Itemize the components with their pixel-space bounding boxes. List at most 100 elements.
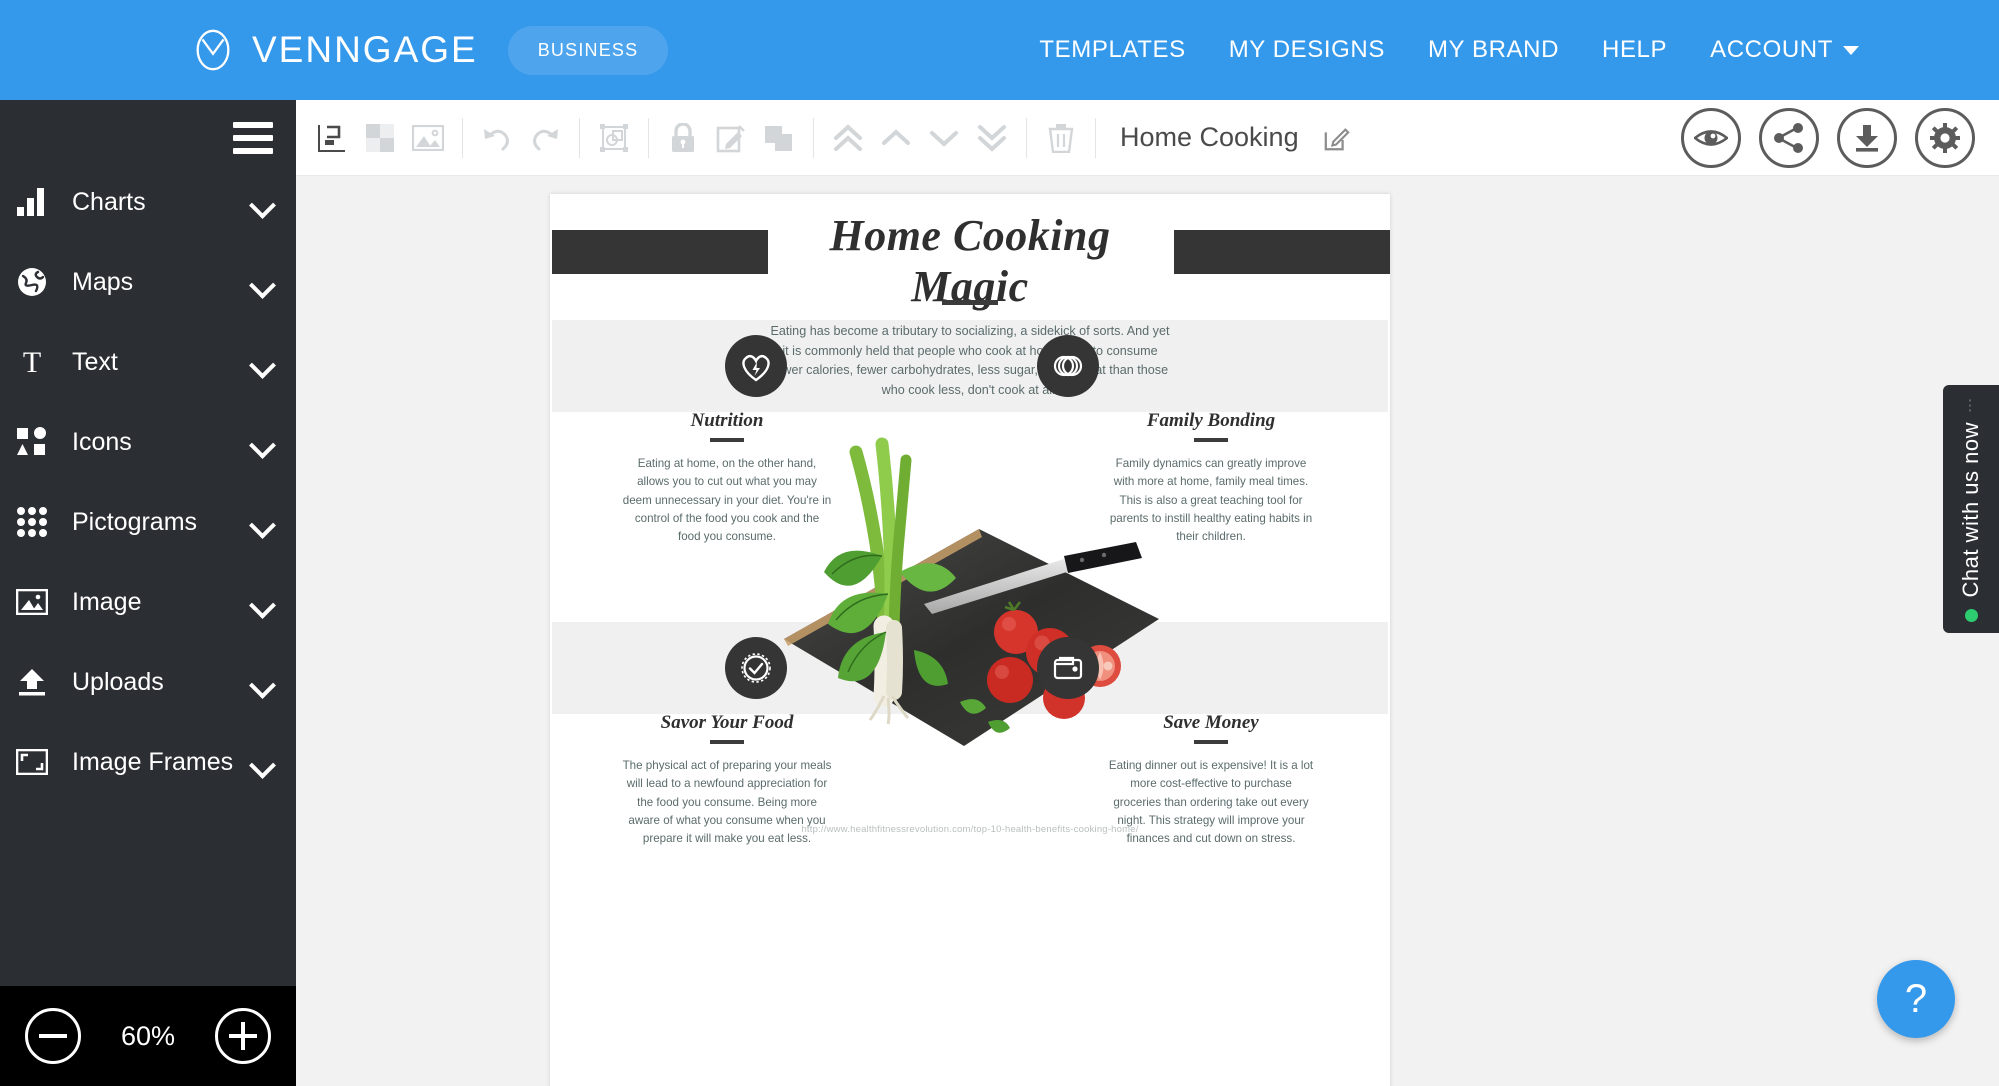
nav-link-account-label: ACCOUNT: [1710, 36, 1833, 63]
chevron-down-icon[interactable]: [252, 356, 274, 368]
redo-icon[interactable]: [521, 114, 569, 162]
svg-text:T: T: [23, 347, 41, 377]
left-sidebar: Charts Maps T Text Icons Pictograms Imag…: [0, 100, 296, 1086]
background-icon[interactable]: [356, 114, 404, 162]
chevron-down-icon: [1843, 46, 1859, 56]
delete-icon[interactable]: [1037, 114, 1085, 162]
title-bar-right: [1174, 230, 1390, 274]
undo-icon[interactable]: [473, 114, 521, 162]
chevron-down-icon[interactable]: [252, 676, 274, 688]
section-rule: [1194, 438, 1228, 442]
settings-button[interactable]: [1915, 107, 1975, 168]
infographic-source-url[interactable]: http://www.healthfitnessrevolution.com/t…: [770, 824, 1170, 835]
nav-link-help[interactable]: HELP: [1602, 36, 1667, 64]
toolbar-separator: [462, 117, 463, 158]
section-heading-save-money[interactable]: Save Money: [1096, 712, 1326, 734]
bring-to-front-icon[interactable]: [824, 114, 872, 162]
download-button[interactable]: [1837, 107, 1897, 168]
chevron-down-icon[interactable]: [252, 596, 274, 608]
chevron-down-icon[interactable]: [252, 276, 274, 288]
chevron-down-icon[interactable]: [252, 436, 274, 448]
brand-logo-group[interactable]: VENNGAGE: [190, 27, 478, 73]
shapes-icon: [10, 427, 54, 457]
nav-links: TEMPLATES MY DESIGNS MY BRAND HELP ACCOU…: [1039, 36, 1859, 64]
lock-icon[interactable]: [659, 114, 707, 162]
sidebar-item-charts[interactable]: Charts: [0, 162, 296, 242]
sidebar-label-pictograms: Pictograms: [72, 507, 198, 536]
share-button[interactable]: [1759, 107, 1819, 168]
brand-name: VENNGAGE: [252, 29, 478, 70]
chat-widget-tab[interactable]: ⋮ Chat with us now: [1943, 385, 1999, 633]
bar-chart-icon: [10, 188, 54, 216]
sidebar-item-text[interactable]: T Text: [0, 322, 296, 402]
nav-link-account[interactable]: ACCOUNT: [1710, 36, 1859, 64]
chevron-down-icon[interactable]: [252, 196, 274, 208]
nav-link-my-brand[interactable]: MY BRAND: [1428, 36, 1559, 64]
nav-link-templates[interactable]: TEMPLATES: [1039, 36, 1185, 64]
toolbar-separator: [648, 117, 649, 158]
title-bar-left: [552, 230, 768, 274]
zoom-out-button[interactable]: [24, 1008, 81, 1064]
image-icon[interactable]: [404, 114, 452, 162]
send-to-back-icon[interactable]: [968, 114, 1016, 162]
canvas-area[interactable]: Home Cooking Magic Eating has become a t…: [296, 176, 1999, 1086]
design-page[interactable]: Home Cooking Magic Eating has become a t…: [550, 194, 1390, 1086]
sidebar-label-image: Image: [72, 587, 142, 616]
document-title[interactable]: Home Cooking: [1120, 122, 1299, 153]
title-divider: [942, 300, 998, 305]
edit-icon[interactable]: [707, 114, 755, 162]
sidebar-item-pictograms[interactable]: Pictograms: [0, 482, 296, 562]
section-rule: [1194, 740, 1228, 744]
duplicate-icon[interactable]: [755, 114, 803, 162]
section-body-nutrition[interactable]: Eating at home, on the other hand, allow…: [622, 455, 832, 547]
section-icon-family-bonding: [1037, 335, 1099, 397]
infographic: Home Cooking Magic Eating has become a t…: [550, 194, 1390, 1086]
bring-forward-icon[interactable]: [872, 114, 920, 162]
toolbar-separator: [813, 117, 814, 158]
business-badge[interactable]: BUSINESS: [507, 25, 669, 75]
align-icon[interactable]: [308, 114, 356, 162]
dot-grid-icon: [10, 507, 54, 537]
section-icon-save-money: [1037, 637, 1099, 699]
venngage-editor: VENNGAGE BUSINESS TEMPLATES MY DESIGNS M…: [0, 0, 1999, 1086]
section-heading-savor-your-food[interactable]: Savor Your Food: [612, 712, 842, 734]
toolbar-separator: [579, 117, 580, 158]
sidebar-items: Charts Maps T Text Icons Pictograms Imag…: [0, 162, 296, 802]
section-body-family-bonding[interactable]: Family dynamics can greatly improve with…: [1106, 455, 1316, 547]
chat-widget-label: Chat with us now: [1958, 421, 1983, 598]
help-button[interactable]: ?: [1877, 960, 1955, 1038]
chat-online-status-dot: [1964, 609, 1978, 623]
section-icon-savor-your-food: [725, 637, 787, 699]
picture-icon: [10, 589, 54, 615]
infographic-title[interactable]: Home Cooking Magic: [770, 210, 1170, 312]
preview-button[interactable]: [1681, 107, 1741, 168]
group-icon[interactable]: [590, 114, 638, 162]
section-heading-nutrition[interactable]: Nutrition: [612, 410, 842, 432]
top-navigation-bar: VENNGAGE BUSINESS TEMPLATES MY DESIGNS M…: [0, 0, 1999, 100]
send-backward-icon[interactable]: [920, 114, 968, 162]
pencil-square-icon[interactable]: [1313, 114, 1361, 162]
sidebar-item-image-frames[interactable]: Image Frames: [0, 722, 296, 802]
sidebar-label-image-frames: Image Frames: [72, 747, 234, 776]
editor-toolbar: Home Cooking: [296, 100, 1999, 176]
sidebar-label-maps: Maps: [72, 267, 134, 296]
upload-arrow-icon: [10, 668, 54, 696]
sidebar-label-text: Text: [72, 347, 118, 376]
sidebar-item-icons[interactable]: Icons: [0, 402, 296, 482]
chevron-down-icon[interactable]: [252, 516, 274, 528]
text-t-icon: T: [10, 347, 54, 377]
sidebar-label-charts: Charts: [72, 187, 146, 216]
section-rule: [710, 438, 744, 442]
drag-grip-icon: ⋮: [1962, 396, 1980, 414]
nav-link-my-designs[interactable]: MY DESIGNS: [1229, 36, 1385, 64]
hamburger-icon[interactable]: [233, 122, 273, 161]
chevron-down-icon[interactable]: [252, 756, 274, 768]
zoom-in-button[interactable]: [215, 1008, 272, 1064]
zoom-level-label: 60%: [120, 1020, 176, 1051]
sidebar-item-uploads[interactable]: Uploads: [0, 642, 296, 722]
section-heading-family-bonding[interactable]: Family Bonding: [1096, 410, 1326, 432]
infographic-intro[interactable]: Eating has become a tributary to sociali…: [770, 322, 1170, 400]
sidebar-item-maps[interactable]: Maps: [0, 242, 296, 322]
sidebar-item-image[interactable]: Image: [0, 562, 296, 642]
section-icon-nutrition: [725, 335, 787, 397]
